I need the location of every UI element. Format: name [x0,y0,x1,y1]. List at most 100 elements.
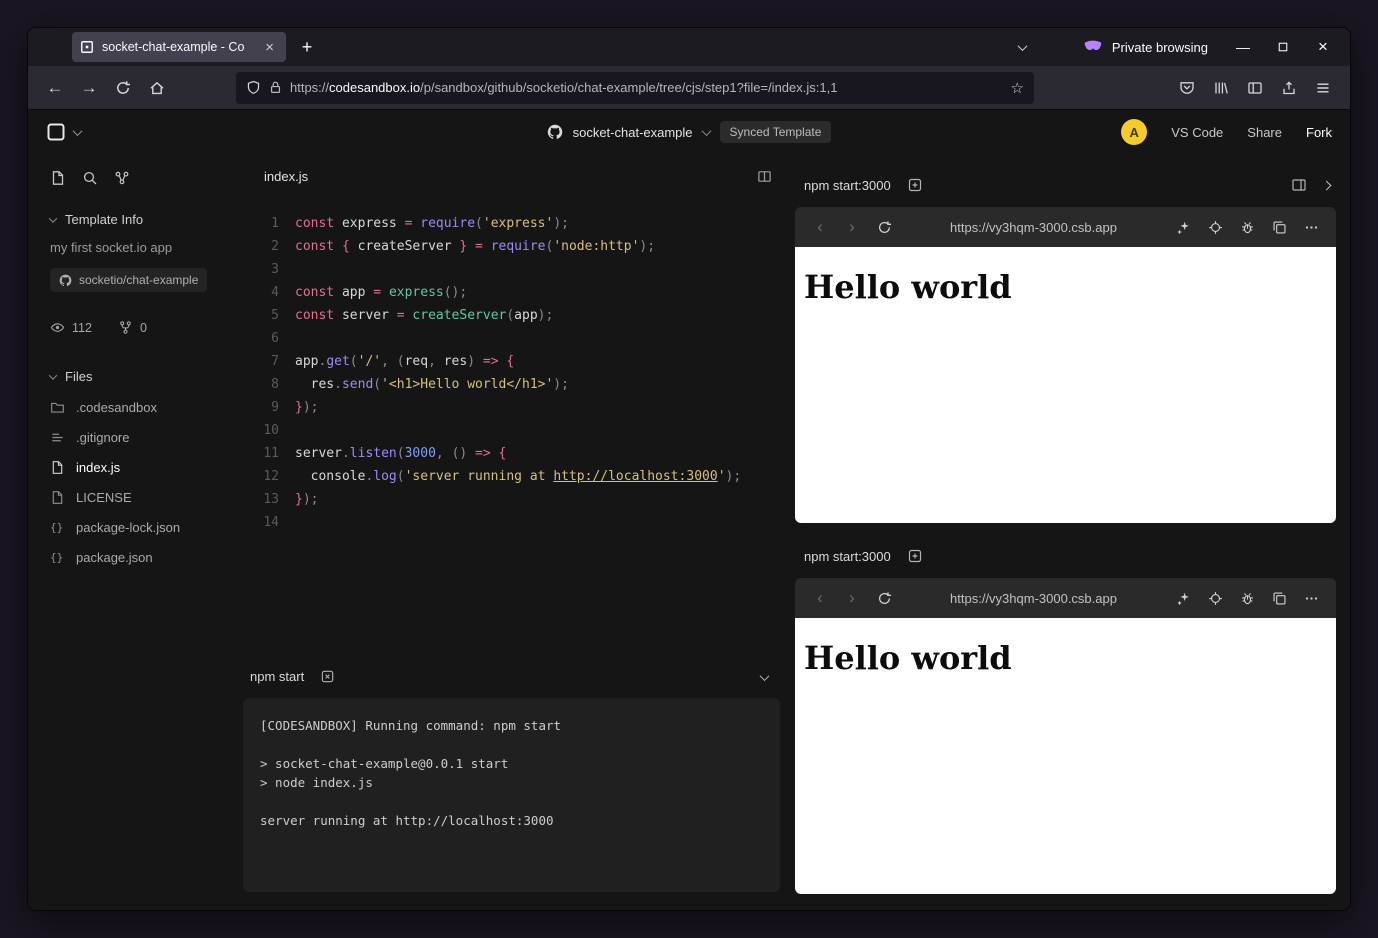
browser-tab[interactable]: socket-chat-example - Co × [72,32,286,62]
bookmark-star-icon[interactable]: ☆ [1011,79,1024,97]
code-line: 10 [251,419,788,442]
menu-hamburger-icon[interactable] [1306,72,1340,104]
line-number: 11 [251,442,279,465]
line-number: 12 [251,465,279,488]
close-window-button[interactable]: × [1314,38,1332,56]
library-icon[interactable] [1204,72,1238,104]
expand-right-chevron-icon[interactable] [1322,180,1332,190]
browser-window: socket-chat-example - Co × + Private bro… [28,28,1350,910]
gitignore-icon [50,430,66,445]
preview-reload-icon[interactable] [869,584,899,612]
split-editor-icon[interactable] [757,169,772,184]
home-button[interactable] [140,72,174,104]
inspect-bug-icon[interactable] [1232,213,1262,241]
window-controls: — × [1234,38,1332,56]
code-editor[interactable]: 1const express = require('express');2con… [243,198,788,654]
file-item-.codesandbox[interactable]: .codesandbox [50,392,243,422]
vs-code-button[interactable]: VS Code [1171,125,1223,140]
forks-icon [118,320,133,335]
share-button[interactable]: Share [1247,125,1282,140]
terminal-line: > node index.js [260,773,763,792]
preview-tab-row-2: npm start:3000 [795,541,1336,571]
preview-pane-1: ‹ › https://vy3hqm-3000.csb.app [795,207,1336,523]
terminal-line [260,735,763,754]
terminal-output[interactable]: [CODESANDBOX] Running command: npm start… [243,698,780,892]
file-item-package-lock.json[interactable]: {}package-lock.json [50,512,243,542]
sparkles-icon[interactable] [1168,584,1198,612]
user-avatar[interactable]: A [1121,119,1147,145]
export-icon[interactable] [1272,72,1306,104]
template-info-section-header[interactable]: Template Info [50,212,243,227]
template-description: my first socket.io app [50,240,243,255]
preview-tab-label[interactable]: npm start:3000 [804,178,891,193]
pocket-icon[interactable] [1170,72,1204,104]
preview-forward-icon[interactable]: › [837,213,867,241]
add-preview-icon[interactable] [907,177,923,193]
line-number: 4 [251,281,279,304]
preview-heading: Hello world [804,639,1328,677]
duplicate-icon[interactable] [1264,584,1294,612]
duplicate-icon[interactable] [1264,213,1294,241]
preview-tab-label[interactable]: npm start:3000 [804,549,891,564]
repo-badge[interactable]: socketio/chat-example [50,268,207,292]
files-section-header[interactable]: Files [50,369,243,384]
minimize-button[interactable]: — [1234,38,1252,56]
preview-url-field[interactable]: https://vy3hqm-3000.csb.app [901,591,1166,606]
line-number: 10 [251,419,279,442]
file-name: index.js [76,460,120,475]
file-item-package.json[interactable]: {}package.json [50,542,243,572]
back-button[interactable]: ← [38,72,72,104]
tab-list-chevron-icon[interactable] [1009,33,1037,61]
editor-tab-index-js[interactable]: index.js [264,169,308,184]
preview-back-icon[interactable]: ‹ [805,584,835,612]
explorer-file-icon[interactable] [50,170,66,186]
file-name: .codesandbox [76,400,157,415]
more-options-icon[interactable] [1296,213,1326,241]
sparkles-icon[interactable] [1168,213,1198,241]
sidebar: Template Info my first socket.io app soc… [28,154,243,910]
project-name[interactable]: socket-chat-example [573,125,693,140]
layout-icon[interactable] [1291,177,1307,193]
preview-reload-icon[interactable] [869,213,899,241]
code-line: 1const express = require('express'); [251,212,788,235]
inspect-bug-icon[interactable] [1232,584,1262,612]
more-options-icon[interactable] [1296,584,1326,612]
tab-close-icon[interactable]: × [261,38,278,57]
search-icon[interactable] [82,170,98,186]
forks-count: 0 [140,321,147,335]
file-name: .gitignore [76,430,129,445]
code-line: 3 [251,258,788,281]
preview-content-2[interactable]: Hello world [795,618,1336,894]
reload-button[interactable] [106,72,140,104]
preview-forward-icon[interactable]: › [837,584,867,612]
clear-terminal-icon[interactable] [320,669,335,684]
preview-url-field[interactable]: https://vy3hqm-3000.csb.app [901,220,1166,235]
devtools-icon[interactable] [114,170,130,186]
url-bar[interactable]: https://codesandbox.io/p/sandbox/github/… [236,72,1034,104]
maximize-button[interactable] [1274,38,1292,56]
collapse-terminal-chevron-icon[interactable] [761,669,768,684]
file-item-index.js[interactable]: index.js [50,452,243,482]
file-item-LICENSE[interactable]: LICENSE [50,482,243,512]
forward-button[interactable]: → [72,72,106,104]
project-chevron-icon[interactable] [701,126,711,136]
target-icon[interactable] [1200,213,1230,241]
add-preview-icon[interactable] [907,548,923,564]
preview-content-1[interactable]: Hello world [795,247,1336,523]
fork-button[interactable]: Fork [1306,125,1332,140]
preview-back-icon[interactable]: ‹ [805,213,835,241]
workspace-menu[interactable] [46,122,81,142]
template-info-label: Template Info [65,212,143,227]
url-text[interactable]: https://codesandbox.io/p/sandbox/github/… [290,80,1004,95]
sidebar-toggle-icon[interactable] [1238,72,1272,104]
section-chevron-icon [49,371,57,379]
tracking-shield-icon[interactable] [246,80,261,95]
lock-icon[interactable] [268,80,283,95]
views-count: 112 [72,321,92,335]
github-icon [547,124,563,140]
new-tab-button[interactable]: + [292,32,322,62]
file-item-.gitignore[interactable]: .gitignore [50,422,243,452]
terminal-line: > socket-chat-example@0.0.1 start [260,754,763,773]
target-icon[interactable] [1200,584,1230,612]
terminal-header[interactable]: npm start [243,654,780,698]
